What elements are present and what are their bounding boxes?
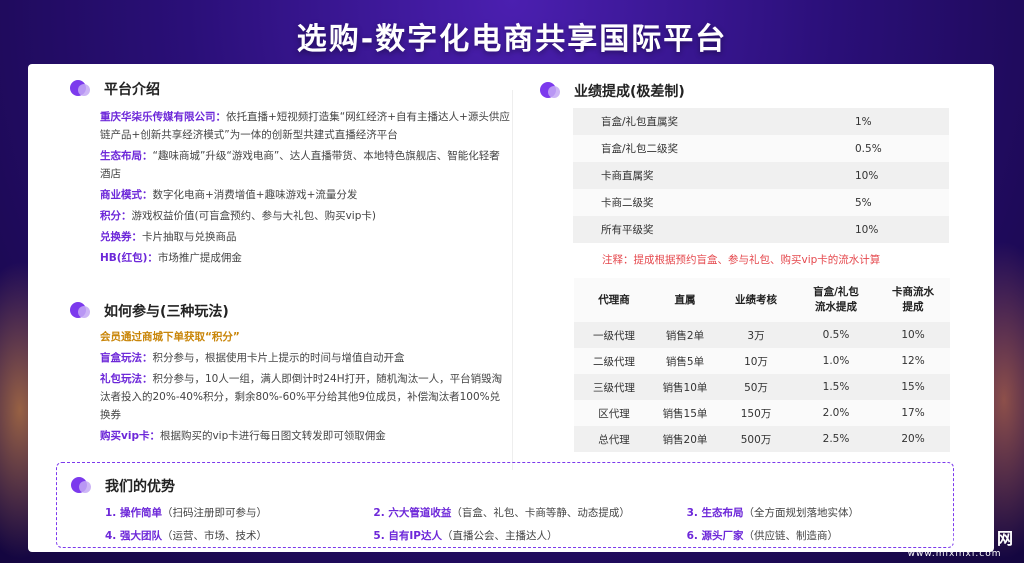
column-header: 直属	[654, 278, 716, 322]
advantages-row: 4. 强大团队（运营、市场、技术） 5. 自有IP达人（直播公会、主播达人） 6…	[105, 524, 955, 547]
join-item: 礼包玩法：积分参与，10人一组，满人即倒计时24H打开，随机淘汰一人，平台销毁淘…	[100, 373, 503, 421]
intro-item: 商业模式：数字化电商+消费增值+趣味游戏+流量分发	[100, 189, 358, 201]
column-header: 代理商	[574, 278, 654, 322]
table-row: 三级代理 销售10单 50万 1.5% 15%	[574, 374, 950, 400]
advantage-item: 1. 操作简单（扫码注册即可参与）	[105, 507, 267, 519]
column-header: 盲盒/礼包 流水提成	[796, 278, 876, 322]
section-title: 如何参与(三种玩法)	[104, 304, 229, 320]
section-advantages-header: 我们的优势	[71, 475, 175, 497]
table-row: 盲盒/礼包直属奖 1%	[573, 108, 949, 135]
section-commission-header: 业绩提成(极差制)	[540, 80, 685, 102]
intro-item: 生态布局：“趣味商城”升级“游戏电商”、达人直播带货、本地特色旗舰店、智能化轻奢…	[100, 150, 500, 180]
table-row: 卡商二级奖 5%	[573, 189, 949, 216]
advantage-item: 3. 生态布局（全方面规划落地实体）	[686, 507, 860, 519]
intro-item: 兑换券：卡片抽取与兑换商品	[100, 231, 237, 243]
join-item: 盲盒玩法：积分参与，根据使用卡片上提示的时间与增值自动开盒	[100, 352, 405, 364]
section-platform-intro-header: 平台介绍	[70, 78, 160, 100]
advantage-item: 2. 六大管道收益（盲盒、礼包、卡商等静、动态提成）	[373, 507, 630, 519]
advantage-item: 5. 自有IP达人（直播公会、主播达人）	[373, 530, 558, 542]
column-divider	[512, 90, 513, 470]
watermark-main: MI信息首码网	[893, 529, 1016, 548]
table-row: 总代理 销售20单 500万 2.5% 20%	[574, 426, 950, 452]
intro-item: 积分：游戏权益价值(可盲盒预约、参与大礼包、购买vip卡)	[100, 210, 376, 222]
table-row: 盲盒/礼包二级奖 0.5%	[573, 135, 949, 162]
column-header: 卡商流水 提成	[876, 278, 950, 322]
join-item: 购买vip卡：根据购买的vip卡进行每日图文转发即可领取佣金	[100, 430, 386, 442]
table-row: 区代理 销售15单 150万 2.0% 17%	[574, 400, 950, 426]
advantages-row: 1. 操作简单（扫码注册即可参与） 2. 六大管道收益（盲盒、礼包、卡商等静、动…	[105, 501, 955, 524]
table-row: 卡商直属奖 10%	[573, 162, 949, 189]
watermark-sub: www.mixinxi.com	[907, 549, 1002, 559]
advantages-box: 我们的优势 1. 操作简单（扫码注册即可参与） 2. 六大管道收益（盲盒、礼包、…	[56, 462, 954, 548]
table-row: 所有平级奖 10%	[573, 216, 949, 243]
section-title: 我们的优势	[105, 479, 175, 495]
content-panel: 平台介绍 重庆华柒乐传媒有限公司：依托直播+短视频打造集“网红经济+自有主播达人…	[28, 64, 994, 552]
platform-intro-list: 重庆华柒乐传媒有限公司：依托直播+短视频打造集“网红经济+自有主播达人+源头供应…	[100, 108, 510, 270]
bubble-icon	[71, 475, 93, 497]
bubble-icon	[70, 78, 92, 100]
intro-item: HB(红包)：市场推广提成佣金	[100, 252, 242, 264]
commission-table: 盲盒/礼包直属奖 1% 盲盒/礼包二级奖 0.5% 卡商直属奖 10% 卡商二级奖 5%…	[573, 108, 949, 243]
advantages-grid: 1. 操作简单（扫码注册即可参与） 2. 六大管道收益（盲盒、礼包、卡商等静、动…	[105, 501, 955, 547]
intro-item: 重庆华柒乐传媒有限公司：依托直播+短视频打造集“网红经济+自有主播达人+源头供应…	[100, 111, 510, 141]
join-highlight: 会员通过商城下单获取“积分”	[100, 331, 240, 343]
how-to-join-list: 会员通过商城下单获取“积分” 盲盒玩法：积分参与，根据使用卡片上提示的时间与增值…	[100, 328, 510, 448]
bubble-icon	[540, 80, 562, 102]
column-header: 业绩考核	[716, 278, 796, 322]
watermark-logo: MI信息首码网 www.mixinxi.com	[893, 525, 1016, 559]
section-title: 平台介绍	[104, 82, 160, 98]
bubble-icon	[70, 300, 92, 322]
table-header-row: 代理商 直属 业绩考核 盲盒/礼包 流水提成 卡商流水 提成	[574, 278, 950, 322]
table-row: 一级代理 销售2单 3万 0.5% 10%	[574, 322, 950, 348]
page-title: 选购-数字化电商共享国际平台	[296, 22, 728, 57]
commission-note: 注释：提成根据预约盲盒、参与礼包、购买vip卡的流水计算	[602, 254, 881, 266]
agent-table: 代理商 直属 业绩考核 盲盒/礼包 流水提成 卡商流水 提成 一级代理 销售2单 3…	[574, 278, 950, 452]
section-how-to-join-header: 如何参与(三种玩法)	[70, 300, 229, 322]
advantage-item: 4. 强大团队（运营、市场、技术）	[105, 530, 267, 542]
table-row: 二级代理 销售5单 10万 1.0% 12%	[574, 348, 950, 374]
section-title: 业绩提成(极差制)	[574, 84, 685, 100]
